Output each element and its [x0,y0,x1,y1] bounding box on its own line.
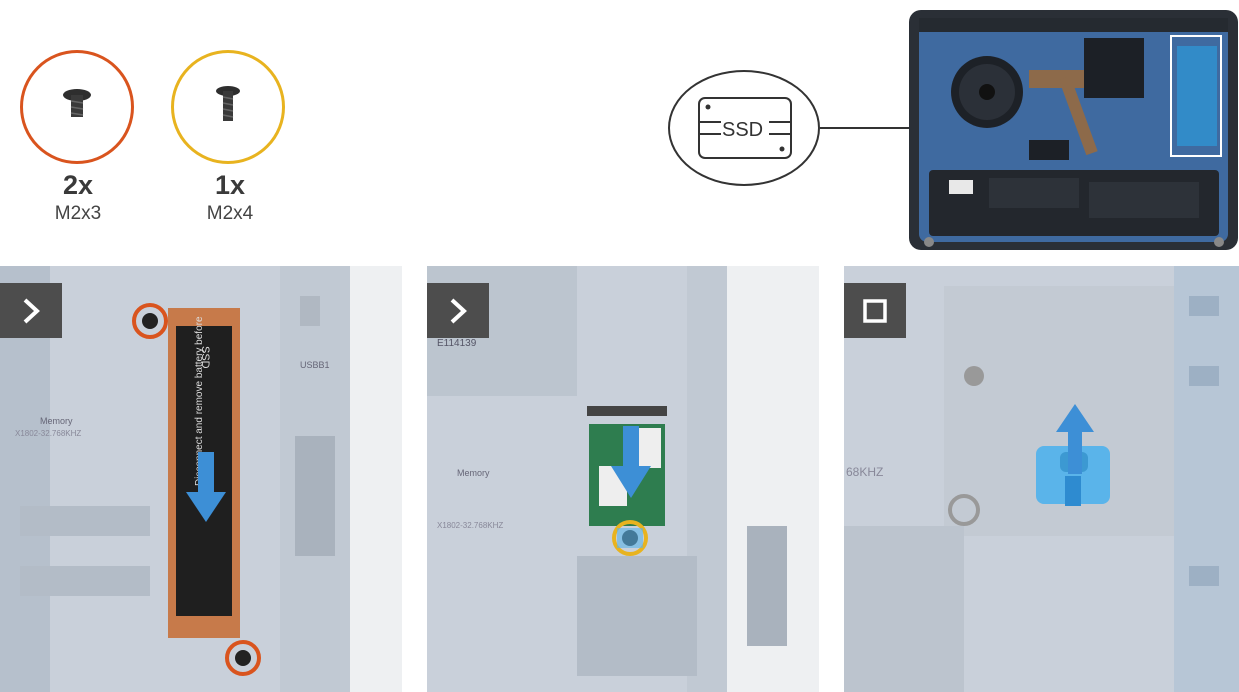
stop-square-icon [863,298,887,323]
svg-text:X1802-32.768KHZ: X1802-32.768KHZ [15,429,81,438]
svg-text:Memory: Memory [40,416,73,426]
step-2-badge [427,283,489,338]
screw-icon [216,86,240,121]
step-1-badge [0,283,62,338]
laptop-overview [909,10,1238,250]
svg-text:SSD: SSD [199,346,211,369]
step-1-panel: Memory X1802-32.768KHZ USBB1 Disconnect … [0,266,402,692]
screw-m2x4-circle [171,50,285,164]
svg-text:X1802-32.768KHZ: X1802-32.768KHZ [437,521,503,530]
screw-m2x3-circle [20,50,134,164]
svg-text:E114139: E114139 [437,338,477,349]
screw-m2x3-size: M2x3 [54,203,102,224]
chevron-right-icon [450,298,467,323]
ssd-label: SSD [722,119,764,141]
screw-m2x4-count: 1x [214,170,246,200]
step-3-badge [844,283,906,338]
step-2-panel: E114139 Memory X1802-32.768KHZ [427,266,819,692]
screw-m2x4-size: M2x4 [206,203,254,224]
svg-text:Memory: Memory [457,468,490,478]
screw-icon [63,89,91,117]
step-3-panel: 68KHZ [844,266,1239,692]
screw-m2x3-count: 2x [62,170,94,200]
svg-text:USBB1: USBB1 [300,360,330,370]
svg-text:68KHZ: 68KHZ [846,465,883,479]
chevron-right-icon [23,298,40,323]
